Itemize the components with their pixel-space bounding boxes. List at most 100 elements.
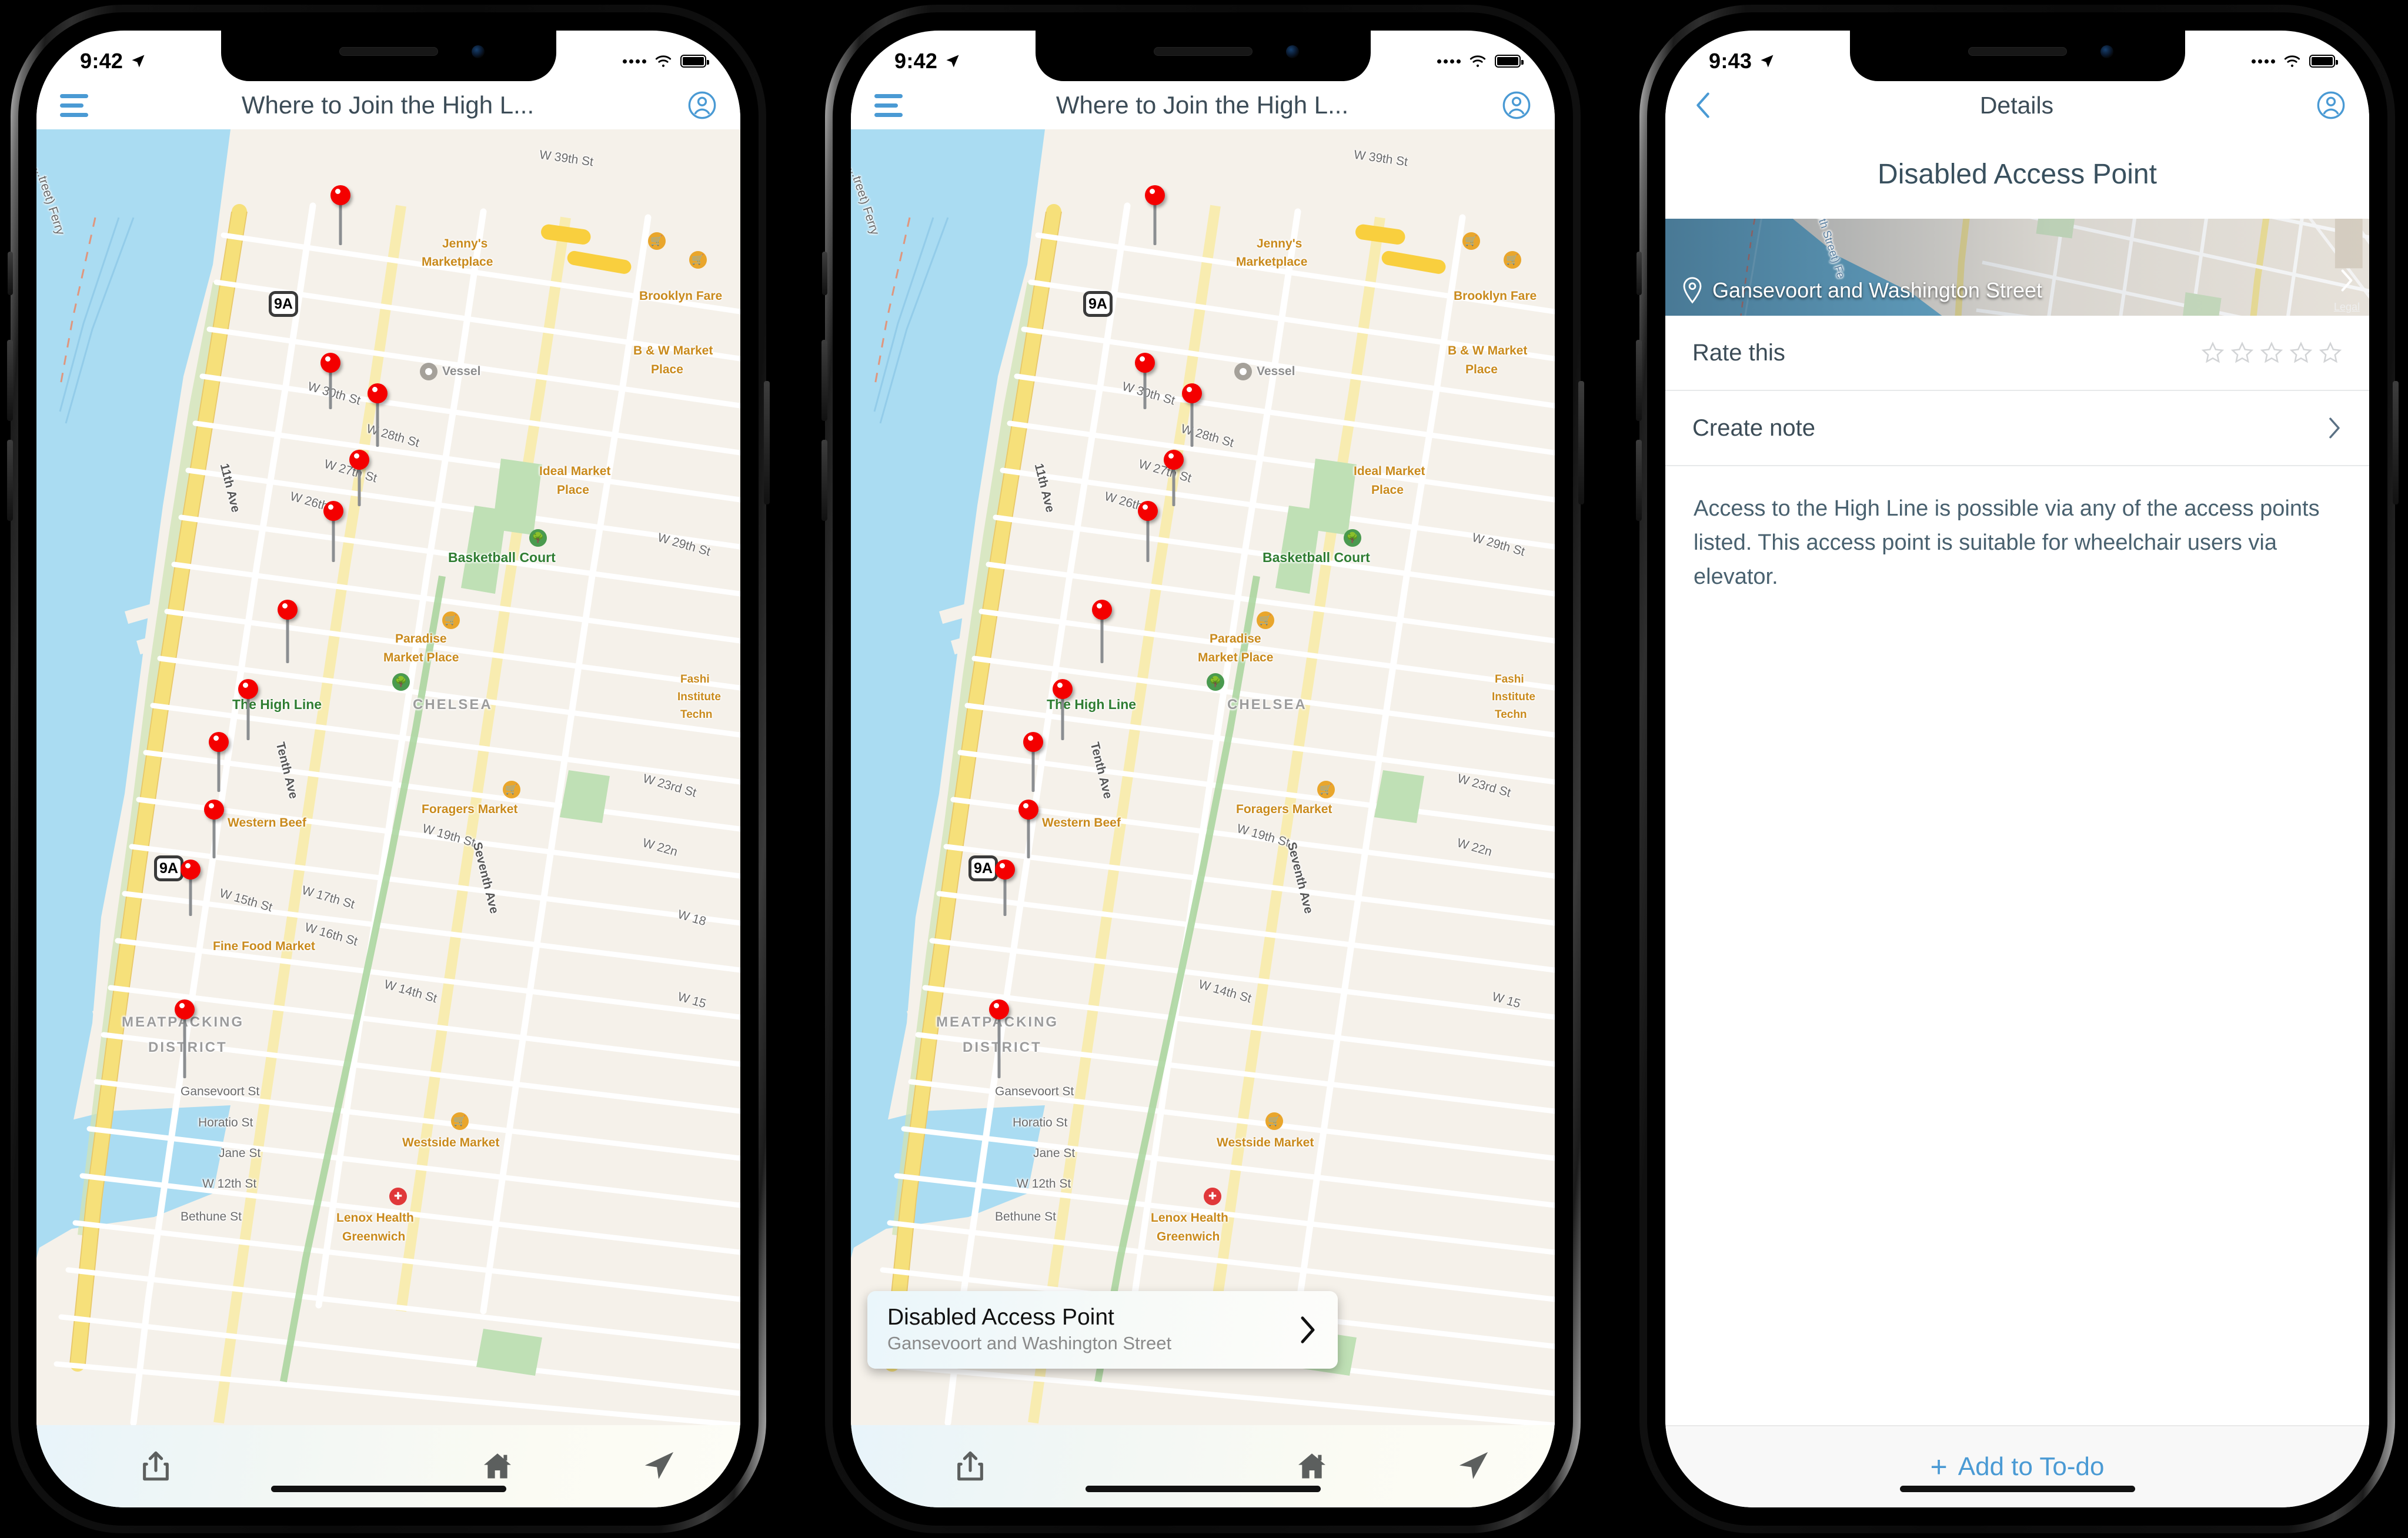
navigation-bar-2: Where to Join the High L...: [851, 81, 1555, 129]
account-icon[interactable]: [2316, 91, 2346, 120]
map-pin-icon: [1683, 277, 1702, 304]
map-canvas-1[interactable]: ...treet) Ferry W 39th St Jenny's Market…: [36, 129, 740, 1425]
screenshot-stage: ...treet) Ferry W 39th St Jenny's Market…: [0, 0, 2408, 1538]
home-indicator[interactable]: [1085, 1486, 1321, 1492]
hamburger-icon[interactable]: [874, 93, 903, 117]
account-icon[interactable]: [687, 91, 717, 120]
home-icon[interactable]: [1295, 1449, 1329, 1483]
chevron-left-icon[interactable]: [1689, 90, 1717, 121]
volume-up-button[interactable]: [821, 340, 827, 421]
share-button[interactable]: [36, 1449, 276, 1483]
map-label-institute: Institute: [1492, 691, 1535, 703]
status-indicators: [623, 43, 709, 69]
legal-link[interactable]: Legal: [2334, 301, 2360, 313]
navigation-arrow-icon[interactable]: [1457, 1449, 1491, 1483]
shopping-cart-icon: 🛒: [442, 611, 460, 629]
home-icon[interactable]: [480, 1449, 515, 1483]
vessel-dot-icon: [420, 363, 437, 380]
status-time-wrap: 9:42: [894, 38, 961, 73]
cellular-dots-icon: [2252, 59, 2275, 63]
park-tree-icon: 🌳: [1344, 529, 1361, 547]
map-canvas-2[interactable]: ...treet) Ferry W 39th St Jenny's Market…: [851, 129, 1555, 1425]
mute-switch[interactable]: [822, 252, 827, 295]
wifi-icon: [655, 55, 672, 67]
star-rating[interactable]: [2201, 341, 2342, 365]
phone-1-map: ...treet) Ferry W 39th St Jenny's Market…: [7, 5, 770, 1533]
navigation-arrow-icon[interactable]: [642, 1449, 676, 1483]
wifi-icon: [2284, 55, 2300, 67]
mute-switch[interactable]: [1636, 252, 1642, 295]
map-label-gansevoort: Gansevoort St: [995, 1085, 1074, 1098]
hospital-icon: ✚: [1204, 1188, 1221, 1205]
map-label-jennys: Jenny's: [442, 237, 488, 250]
power-button[interactable]: [1578, 381, 1584, 504]
battery-icon: [1495, 55, 1524, 68]
cellular-dots-icon: [1437, 59, 1461, 63]
park-tree-icon: 🌳: [1207, 673, 1224, 691]
create-note-row[interactable]: Create note: [1665, 391, 2369, 466]
map-label-chelsea: CHELSEA: [1227, 697, 1307, 713]
volume-up-button[interactable]: [7, 340, 13, 421]
route-shield-9a: 9A: [1083, 291, 1113, 317]
volume-up-button[interactable]: [1636, 340, 1642, 421]
map-label-brooklyn-fare: Brooklyn Fare: [1454, 289, 1537, 303]
map-label-lenox: Lenox Health: [1151, 1211, 1228, 1225]
mute-switch[interactable]: [8, 252, 13, 295]
map-label-western-beef: Western Beef: [228, 816, 306, 830]
shopping-cart-icon: 🛒: [1257, 611, 1274, 629]
front-camera: [2100, 45, 2113, 58]
notch: [1035, 31, 1371, 81]
map-label-foragers: Foragers Market: [1236, 803, 1332, 816]
phone-2-map-callout: ...treet) Ferry W 39th St Jenny's Market…: [821, 5, 1584, 1533]
toolbar-right-group: [416, 1449, 740, 1483]
details-title: Disabled Access Point: [1878, 158, 2157, 190]
add-to-todo-button[interactable]: + Add to To-do: [1931, 1452, 2105, 1482]
volume-down-button[interactable]: [1636, 440, 1642, 521]
park-tree-icon: 🌳: [529, 529, 547, 547]
home-indicator[interactable]: [1899, 1486, 2135, 1492]
map-callout[interactable]: Disabled Access Point Gansevoort and Was…: [867, 1291, 1338, 1369]
power-button[interactable]: [2393, 381, 2399, 504]
star-icon[interactable]: [2201, 341, 2225, 365]
map-label-jane: Jane St: [219, 1146, 261, 1160]
volume-down-button[interactable]: [7, 440, 13, 521]
home-indicator[interactable]: [270, 1486, 506, 1492]
front-camera: [1285, 45, 1299, 58]
star-icon[interactable]: [2260, 341, 2283, 365]
battery-icon: [680, 55, 709, 68]
map-label-district: DISTRICT: [148, 1039, 228, 1055]
map-label-jane: Jane St: [1033, 1146, 1076, 1160]
share-button[interactable]: [851, 1449, 1090, 1483]
callout-subtitle: Gansevoort and Washington Street: [887, 1333, 1172, 1354]
map-label-horatio: Horatio St: [1013, 1116, 1068, 1129]
notch: [221, 31, 556, 81]
chevron-right-icon[interactable]: [2339, 268, 2355, 293]
details-map-strip[interactable]: Institute of echnology Hudson River (Bro…: [1665, 219, 2369, 316]
hamburger-icon[interactable]: [60, 93, 88, 117]
map-label-westside-market: Westside Market: [402, 1136, 500, 1149]
map-label-high-line: The High Line: [232, 697, 322, 712]
map-label-bw-place: Place: [1465, 363, 1498, 376]
map-label-bethune: Bethune St: [181, 1210, 242, 1223]
map-label-horatio: Horatio St: [198, 1116, 253, 1129]
shopping-cart-icon: 🛒: [1462, 232, 1480, 250]
share-icon: [957, 1451, 984, 1481]
status-time: 9:43: [1709, 49, 1752, 73]
star-icon[interactable]: [2230, 341, 2254, 365]
callout-text: Disabled Access Point Gansevoort and Was…: [887, 1305, 1298, 1355]
location-arrow-icon: [946, 55, 959, 68]
status-time-wrap: 9:43: [1709, 38, 1775, 73]
power-button[interactable]: [764, 381, 770, 504]
star-icon[interactable]: [2289, 341, 2313, 365]
front-camera: [471, 45, 485, 58]
account-icon[interactable]: [1502, 91, 1531, 120]
navigation-bar-1: Where to Join the High L...: [36, 81, 740, 129]
volume-down-button[interactable]: [821, 440, 827, 521]
chevron-right-icon: [1301, 1316, 1315, 1343]
shopping-cart-icon: 🛒: [1504, 251, 1521, 269]
map-label-paradise: Paradise: [395, 632, 447, 646]
star-icon[interactable]: [2319, 341, 2342, 365]
rate-this-row[interactable]: Rate this: [1665, 316, 2369, 391]
phone-1-screen: ...treet) Ferry W 39th St Jenny's Market…: [36, 31, 740, 1507]
map-label-ideal-market: Ideal Market: [1354, 464, 1425, 478]
